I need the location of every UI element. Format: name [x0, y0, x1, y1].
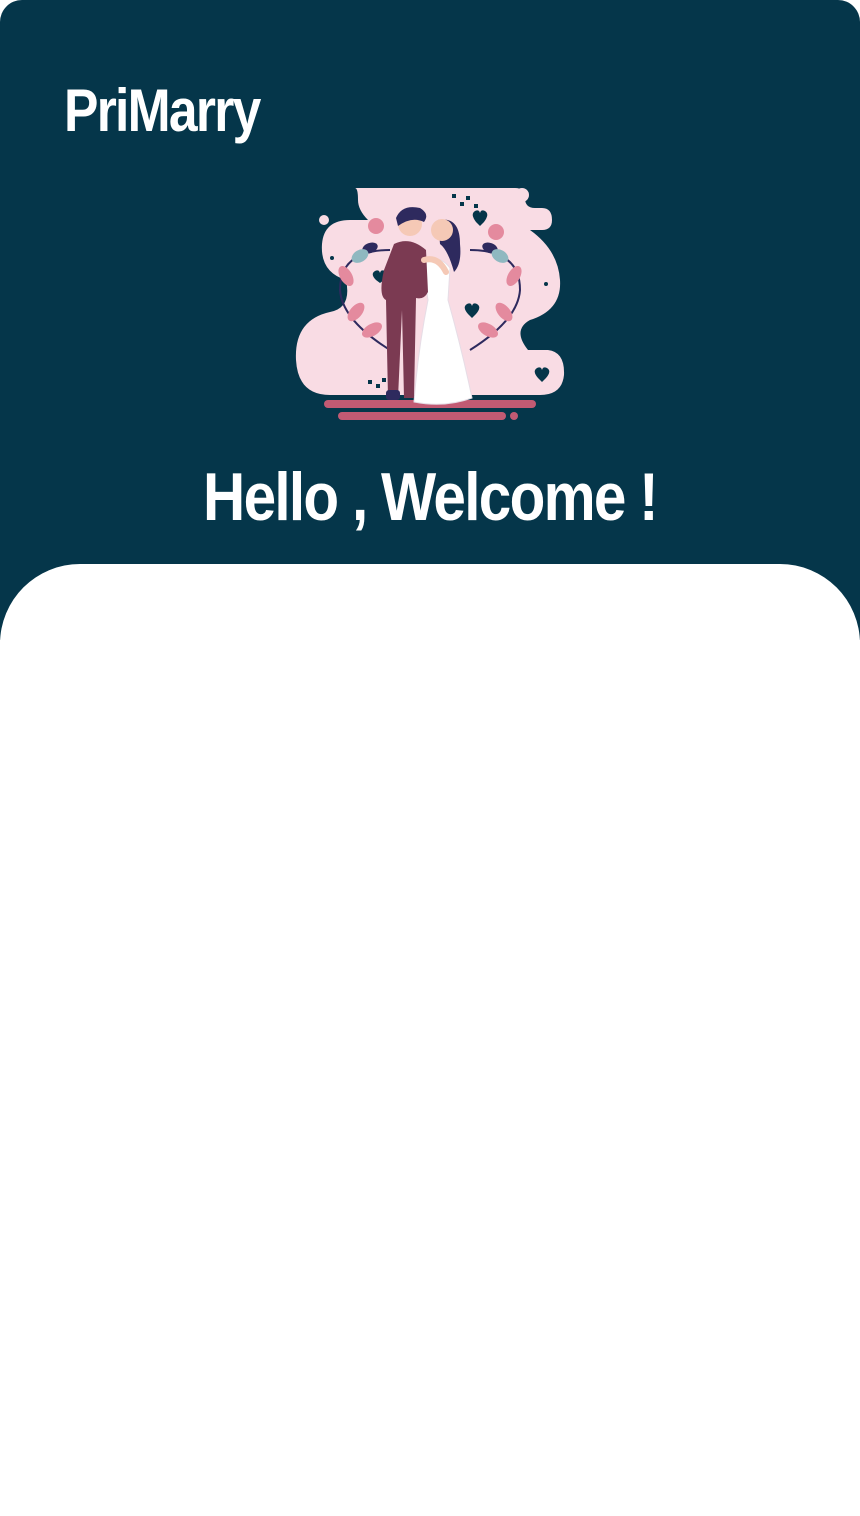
content-sheet	[0, 564, 860, 1516]
welcome-heading: Hello , Welcome !	[203, 459, 659, 535]
welcome-screen: PriMarry Hello , Welcome !	[0, 0, 860, 1516]
brand-logo-text: PriMarry	[64, 77, 261, 144]
header-panel: PriMarry Hello , Welcome !	[0, 0, 860, 640]
wedding-couple-illustration-icon	[295, 188, 565, 420]
